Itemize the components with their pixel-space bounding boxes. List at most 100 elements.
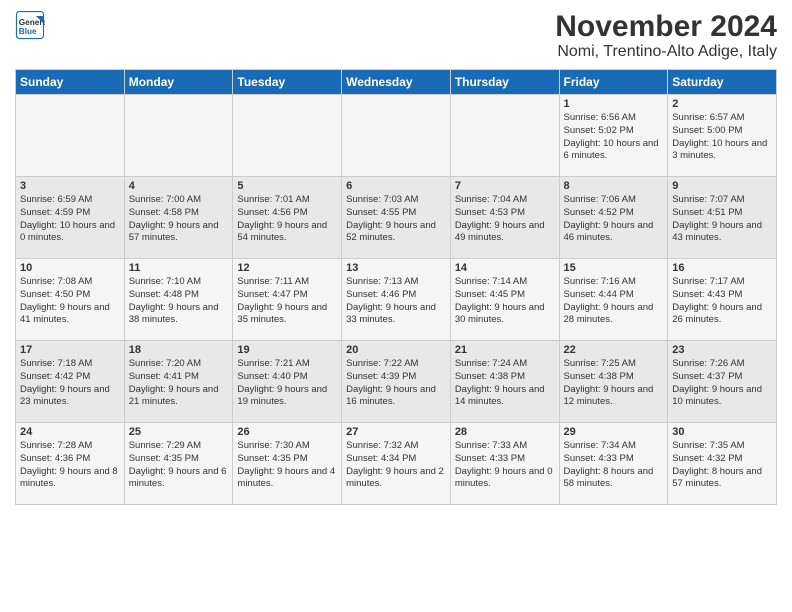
day-number: 10 xyxy=(20,262,120,274)
day-info: Sunrise: 7:14 AMSunset: 4:45 PMDaylight:… xyxy=(455,276,555,327)
day-number: 8 xyxy=(564,180,664,192)
calendar-cell: 7 Sunrise: 7:04 AMSunset: 4:53 PMDaylight… xyxy=(450,177,559,259)
calendar-cell: 2Sunrise: 6:57 AMSunset: 5:00 PMDaylight… xyxy=(668,95,777,177)
calendar-cell: 3Sunrise: 6:59 AMSunset: 4:59 PMDaylight… xyxy=(16,177,125,259)
calendar-cell: 14 Sunrise: 7:14 AMSunset: 4:45 PMDayligh… xyxy=(450,259,559,341)
calendar-cell: 29 Sunrise: 7:34 AMSunset: 4:33 PMDayligh… xyxy=(559,423,668,505)
day-number: 20 xyxy=(346,344,446,356)
day-info: Sunrise: 7:00 AMSunset: 4:58 PMDaylight:… xyxy=(129,194,229,245)
day-info: Sunrise: 7:29 AMSunset: 4:35 PMDaylight:… xyxy=(129,440,229,491)
calendar-cell: 27 Sunrise: 7:32 AMSunset: 4:34 PMDayligh… xyxy=(342,423,451,505)
day-info: Sunrise: 7:32 AMSunset: 4:34 PMDaylight:… xyxy=(346,440,446,491)
day-info: Sunrise: 7:34 AMSunset: 4:33 PMDaylight:… xyxy=(564,440,664,491)
day-number: 21 xyxy=(455,344,555,356)
day-number: 11 xyxy=(129,262,229,274)
day-number: 5 xyxy=(237,180,337,192)
day-info: Sunrise: 7:10 AMSunset: 4:48 PMDaylight:… xyxy=(129,276,229,327)
calendar-week-1: 1Sunrise: 6:56 AMSunset: 5:02 PMDaylight… xyxy=(16,95,777,177)
day-number: 28 xyxy=(455,426,555,438)
calendar-cell: 25 Sunrise: 7:29 AMSunset: 4:35 PMDayligh… xyxy=(124,423,233,505)
calendar-cell: 30 Sunrise: 7:35 AMSunset: 4:32 PMDayligh… xyxy=(668,423,777,505)
calendar-cell: 12 Sunrise: 7:11 AMSunset: 4:47 PMDayligh… xyxy=(233,259,342,341)
day-info: Sunrise: 7:16 AMSunset: 4:44 PMDaylight:… xyxy=(564,276,664,327)
day-number: 17 xyxy=(20,344,120,356)
page-container: General Blue November 2024 Nomi, Trentin… xyxy=(0,0,792,510)
day-number: 23 xyxy=(672,344,772,356)
day-number: 25 xyxy=(129,426,229,438)
day-info: Sunrise: 7:24 AMSunset: 4:38 PMDaylight:… xyxy=(455,358,555,409)
calendar-week-5: 24 Sunrise: 7:28 AMSunset: 4:36 PMDayligh… xyxy=(16,423,777,505)
calendar-cell: 11 Sunrise: 7:10 AMSunset: 4:48 PMDayligh… xyxy=(124,259,233,341)
calendar-cell xyxy=(16,95,125,177)
calendar-cell xyxy=(233,95,342,177)
calendar-cell: 17 Sunrise: 7:18 AMSunset: 4:42 PMDayligh… xyxy=(16,341,125,423)
day-number: 15 xyxy=(564,262,664,274)
day-info: Sunrise: 7:25 AMSunset: 4:38 PMDaylight:… xyxy=(564,358,664,409)
calendar-table: Sunday Monday Tuesday Wednesday Thursday… xyxy=(15,69,777,505)
calendar-header-row: Sunday Monday Tuesday Wednesday Thursday… xyxy=(16,70,777,95)
day-info: Sunrise: 7:30 AMSunset: 4:35 PMDaylight:… xyxy=(237,440,337,491)
calendar-cell: 1Sunrise: 6:56 AMSunset: 5:02 PMDaylight… xyxy=(559,95,668,177)
header-wednesday: Wednesday xyxy=(342,70,451,95)
calendar-cell: 18 Sunrise: 7:20 AMSunset: 4:41 PMDayligh… xyxy=(124,341,233,423)
calendar-cell xyxy=(450,95,559,177)
day-number: 29 xyxy=(564,426,664,438)
header-monday: Monday xyxy=(124,70,233,95)
svg-text:Blue: Blue xyxy=(19,27,37,36)
title-block: November 2024 Nomi, Trentino-Alto Adige,… xyxy=(555,10,777,61)
day-info: Sunrise: 7:01 AMSunset: 4:56 PMDaylight:… xyxy=(237,194,337,245)
calendar-cell: 5 Sunrise: 7:01 AMSunset: 4:56 PMDaylight… xyxy=(233,177,342,259)
day-info: Sunrise: 7:20 AMSunset: 4:41 PMDaylight:… xyxy=(129,358,229,409)
day-number: 16 xyxy=(672,262,772,274)
day-number: 24 xyxy=(20,426,120,438)
calendar-cell: 15 Sunrise: 7:16 AMSunset: 4:44 PMDayligh… xyxy=(559,259,668,341)
calendar-cell: 6Sunrise: 7:03 AMSunset: 4:55 PMDaylight… xyxy=(342,177,451,259)
day-info: Sunrise: 7:17 AMSunset: 4:43 PMDaylight:… xyxy=(672,276,772,327)
day-info: Sunrise: 7:03 AMSunset: 4:55 PMDaylight:… xyxy=(346,194,446,245)
day-info: Sunrise: 7:04 AMSunset: 4:53 PMDaylight:… xyxy=(455,194,555,245)
day-number: 19 xyxy=(237,344,337,356)
day-info: Sunrise: 7:35 AMSunset: 4:32 PMDaylight:… xyxy=(672,440,772,491)
day-number: 3 xyxy=(20,180,120,192)
header-sunday: Sunday xyxy=(16,70,125,95)
page-subtitle: Nomi, Trentino-Alto Adige, Italy xyxy=(555,43,777,61)
day-info: Sunrise: 7:18 AMSunset: 4:42 PMDaylight:… xyxy=(20,358,120,409)
day-number: 30 xyxy=(672,426,772,438)
day-info: Sunrise: 7:28 AMSunset: 4:36 PMDaylight:… xyxy=(20,440,120,491)
day-info: Sunrise: 7:11 AMSunset: 4:47 PMDaylight:… xyxy=(237,276,337,327)
page-header: General Blue November 2024 Nomi, Trentin… xyxy=(15,10,777,61)
day-number: 1 xyxy=(564,98,664,110)
calendar-week-4: 17 Sunrise: 7:18 AMSunset: 4:42 PMDayligh… xyxy=(16,341,777,423)
day-number: 22 xyxy=(564,344,664,356)
calendar-cell: 26 Sunrise: 7:30 AMSunset: 4:35 PMDayligh… xyxy=(233,423,342,505)
header-tuesday: Tuesday xyxy=(233,70,342,95)
calendar-cell: 13Sunrise: 7:13 AMSunset: 4:46 PMDayligh… xyxy=(342,259,451,341)
day-info: Sunrise: 7:21 AMSunset: 4:40 PMDaylight:… xyxy=(237,358,337,409)
logo: General Blue xyxy=(15,10,45,40)
day-number: 13 xyxy=(346,262,446,274)
header-thursday: Thursday xyxy=(450,70,559,95)
header-friday: Friday xyxy=(559,70,668,95)
day-number: 27 xyxy=(346,426,446,438)
calendar-cell: 9Sunrise: 7:07 AMSunset: 4:51 PMDaylight… xyxy=(668,177,777,259)
day-info: Sunrise: 7:08 AMSunset: 4:50 PMDaylight:… xyxy=(20,276,120,327)
calendar-cell: 21 Sunrise: 7:24 AMSunset: 4:38 PMDayligh… xyxy=(450,341,559,423)
page-title: November 2024 xyxy=(555,10,777,43)
day-number: 7 xyxy=(455,180,555,192)
calendar-cell: 20Sunrise: 7:22 AMSunset: 4:39 PMDayligh… xyxy=(342,341,451,423)
calendar-cell: 10 Sunrise: 7:08 AMSunset: 4:50 PMDayligh… xyxy=(16,259,125,341)
calendar-cell xyxy=(124,95,233,177)
logo-icon: General Blue xyxy=(15,10,45,40)
calendar-week-2: 3Sunrise: 6:59 AMSunset: 4:59 PMDaylight… xyxy=(16,177,777,259)
day-number: 18 xyxy=(129,344,229,356)
header-saturday: Saturday xyxy=(668,70,777,95)
day-number: 4 xyxy=(129,180,229,192)
day-number: 12 xyxy=(237,262,337,274)
day-number: 26 xyxy=(237,426,337,438)
day-number: 9 xyxy=(672,180,772,192)
day-info: Sunrise: 7:33 AMSunset: 4:33 PMDaylight:… xyxy=(455,440,555,491)
calendar-cell: 24 Sunrise: 7:28 AMSunset: 4:36 PMDayligh… xyxy=(16,423,125,505)
day-number: 14 xyxy=(455,262,555,274)
calendar-cell xyxy=(342,95,451,177)
calendar-cell: 16 Sunrise: 7:17 AMSunset: 4:43 PMDayligh… xyxy=(668,259,777,341)
